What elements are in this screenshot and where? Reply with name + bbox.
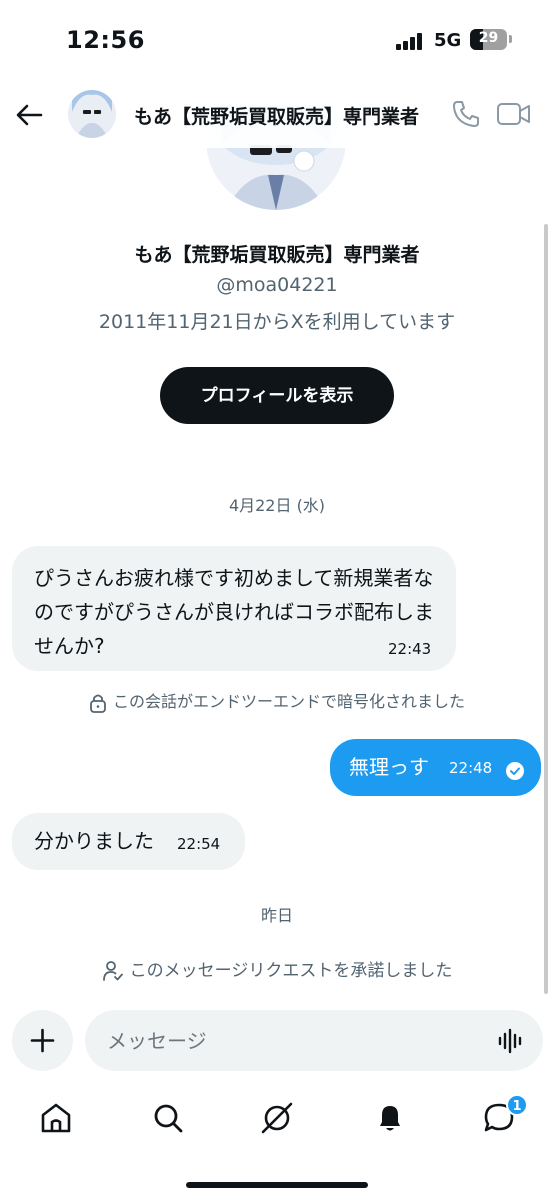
search-icon[interactable] [150, 1100, 186, 1136]
request-accepted-text: このメッセージリクエストを承諾しました [129, 961, 453, 981]
conversation-header: もあ【荒野垢買取販売】専門業者 [0, 84, 554, 148]
message-time: 22:48 [449, 759, 493, 777]
status-time: 12:56 [66, 26, 145, 54]
home-icon[interactable] [38, 1100, 74, 1136]
network-type: 5G [434, 30, 462, 51]
date-separator: 4月22日 (水) [228, 496, 326, 515]
message-text: 無理っす [349, 755, 429, 779]
profile-handle: @moa04221 [216, 274, 338, 296]
view-profile-button[interactable]: プロフィールを表示 [160, 367, 394, 424]
bottom-navigation [0, 1088, 554, 1148]
message-text: 分かりました [34, 829, 154, 853]
battery-cap [509, 35, 512, 43]
read-check-icon [506, 762, 524, 780]
lock-icon [90, 694, 106, 713]
status-bar: 12:56 5G 29 [0, 0, 554, 84]
encryption-notice: この会話がエンドツーエンドで暗号化されました [0, 688, 554, 713]
incoming-message[interactable]: 分かりました 22:54 [12, 813, 245, 870]
bell-icon[interactable] [372, 1100, 408, 1136]
outgoing-message[interactable]: 無理っす 22:48 [330, 739, 541, 796]
battery-level-text: 29 [478, 30, 499, 46]
signal-icon [396, 32, 428, 50]
video-camera-icon[interactable] [496, 98, 532, 130]
grok-icon[interactable] [259, 1100, 295, 1136]
battery-icon: 29 [470, 29, 507, 50]
person-check-icon [102, 961, 123, 981]
phone-icon[interactable] [450, 98, 482, 130]
incoming-message[interactable]: ぴうさんお疲れ様です初めまして新規業者なのですがぴうさんが良ければコラボ配布しま… [12, 546, 456, 671]
request-accepted-notice: このメッセージリクエストを承諾しました [0, 956, 554, 981]
home-indicator [186, 1182, 368, 1188]
scrollbar[interactable] [544, 224, 548, 994]
message-input[interactable] [85, 1010, 543, 1071]
message-time: 22:43 [388, 640, 432, 658]
add-attachment-button[interactable] [12, 1010, 73, 1071]
encryption-notice-text: この会話がエンドツーエンドで暗号化されました [112, 692, 465, 711]
messages-badge: 1 [506, 1094, 528, 1116]
profile-name: もあ【荒野垢買取販売】専門業者 [134, 244, 420, 266]
voice-waveform-icon[interactable] [496, 1026, 526, 1056]
message-text: ぴうさんお疲れ様です初めまして新規業者なのですがぴうさんが良ければコラボ配布しま… [34, 566, 434, 658]
date-separator: 昨日 [260, 906, 293, 925]
header-name[interactable]: もあ【荒野垢買取販売】専門業者 [134, 102, 424, 129]
back-arrow-icon[interactable] [14, 100, 44, 130]
profile-joined-date: 2011年11月21日からXを利用しています [98, 311, 456, 333]
message-time: 22:54 [177, 835, 221, 853]
header-avatar[interactable] [68, 90, 116, 138]
plus-icon [30, 1028, 55, 1053]
